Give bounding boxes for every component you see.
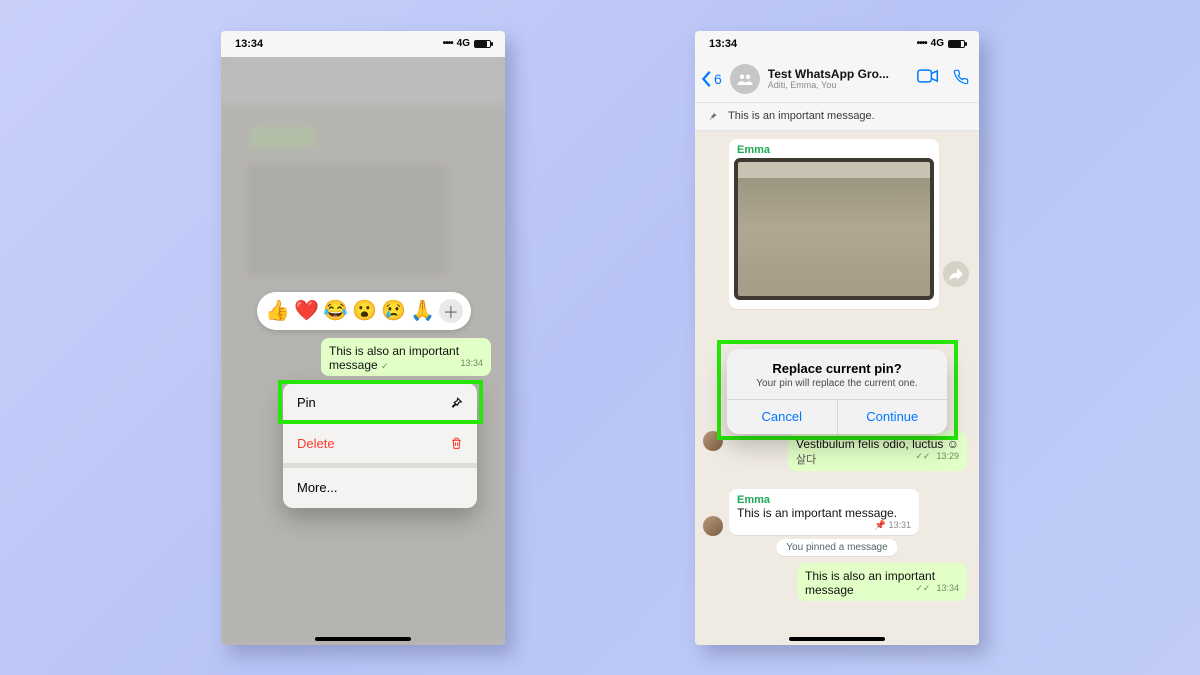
reaction-thumbs-up-icon[interactable]: 👍 bbox=[265, 298, 290, 323]
pinned-message-banner[interactable]: This is an important message. bbox=[695, 103, 979, 131]
forward-button[interactable] bbox=[943, 261, 969, 287]
outgoing-lorem-extra: 살다 bbox=[796, 454, 816, 466]
pin-icon bbox=[707, 111, 718, 122]
chat-title: Test WhatsApp Gro... bbox=[768, 68, 913, 81]
menu-item-pin[interactable]: Pin bbox=[283, 383, 477, 423]
sender-avatar bbox=[703, 431, 723, 451]
replace-pin-dialog: Replace current pin? Your pin will repla… bbox=[727, 349, 947, 434]
pinned-banner-text: This is an important message. bbox=[728, 110, 875, 122]
incoming-image-message[interactable]: Emma bbox=[729, 139, 939, 309]
incoming-text: This is an important message. bbox=[737, 506, 897, 520]
menu-item-pin-label: Pin bbox=[297, 395, 316, 410]
sender-avatar bbox=[703, 516, 723, 536]
system-message-text: You pinned a message bbox=[786, 542, 887, 553]
trash-icon bbox=[450, 436, 463, 450]
menu-item-delete[interactable]: Delete bbox=[283, 423, 477, 463]
battery-icon bbox=[474, 40, 491, 48]
outgoing-also-time: 13:34 bbox=[936, 583, 959, 593]
dialog-title: Replace current pin? bbox=[739, 361, 935, 376]
chat-navbar: 6 Test WhatsApp Gro... Aditi, Emma, You bbox=[695, 57, 979, 103]
status-time: 13:34 bbox=[235, 38, 263, 50]
reaction-sad-icon[interactable]: 😢 bbox=[381, 298, 406, 323]
dialog-body: Your pin will replace the current one. bbox=[739, 378, 935, 389]
video-call-icon[interactable] bbox=[917, 69, 939, 90]
signal-icon bbox=[443, 38, 453, 49]
incoming-image-sender: Emma bbox=[737, 144, 934, 156]
status-bar: 13:34 4G bbox=[695, 31, 979, 57]
phone-screenshot-right: 13:34 4G 6 Test WhatsApp Gro... Aditi, E… bbox=[695, 31, 979, 645]
pin-icon bbox=[449, 396, 463, 410]
signal-icon bbox=[917, 38, 927, 49]
status-right: 4G bbox=[917, 38, 965, 49]
menu-item-more[interactable]: More... bbox=[283, 468, 477, 508]
reaction-laugh-icon[interactable]: 😂 bbox=[323, 298, 348, 323]
selected-message-time: 13:34 bbox=[460, 358, 483, 368]
dialog-cancel-label: Cancel bbox=[762, 409, 802, 424]
voice-call-icon[interactable] bbox=[953, 69, 969, 90]
dialog-continue-label: Continue bbox=[866, 409, 918, 424]
back-unread-count: 6 bbox=[714, 71, 722, 87]
chat-title-area[interactable]: Test WhatsApp Gro... Aditi, Emma, You bbox=[768, 68, 913, 90]
system-message-chip: You pinned a message bbox=[776, 539, 897, 556]
dialog-cancel-button[interactable]: Cancel bbox=[727, 400, 837, 434]
outgoing-lorem-time: 13:29 bbox=[936, 451, 959, 461]
sent-tick-icon: ✓ bbox=[381, 361, 389, 371]
reaction-heart-icon[interactable]: ❤️ bbox=[294, 298, 319, 323]
status-bar: 13:34 4G bbox=[221, 31, 505, 57]
incoming-time: 📌 13:31 bbox=[875, 520, 911, 531]
reaction-wow-icon[interactable]: 😮 bbox=[352, 298, 377, 323]
home-indicator bbox=[315, 637, 411, 641]
status-right: 4G bbox=[443, 38, 491, 49]
left-body: 👍 ❤️ 😂 😮 😢 🙏 ＋ This is also an important… bbox=[221, 31, 505, 645]
reaction-more-icon[interactable]: ＋ bbox=[439, 299, 463, 323]
menu-item-delete-label: Delete bbox=[297, 436, 335, 451]
status-time: 13:34 bbox=[709, 38, 737, 50]
reaction-picker[interactable]: 👍 ❤️ 😂 😮 😢 🙏 ＋ bbox=[257, 292, 471, 330]
image-attachment[interactable] bbox=[734, 158, 934, 300]
selected-message-bubble: This is also an important message 13:34 … bbox=[321, 338, 491, 376]
back-button[interactable]: 6 bbox=[701, 70, 722, 88]
read-ticks-icon: ✓✓ bbox=[915, 583, 930, 594]
reaction-pray-icon[interactable]: 🙏 bbox=[410, 298, 435, 323]
dialog-continue-button[interactable]: Continue bbox=[837, 400, 948, 434]
read-ticks-icon: ✓✓ bbox=[915, 451, 930, 462]
chevron-left-icon bbox=[701, 70, 713, 88]
incoming-sender: Emma bbox=[737, 494, 911, 506]
battery-icon bbox=[948, 40, 965, 48]
network-label: 4G bbox=[931, 38, 944, 49]
incoming-important-message[interactable]: Emma This is an important message. 📌 13:… bbox=[729, 489, 919, 535]
outgoing-also-important[interactable]: This is also an important message 13:34 … bbox=[797, 563, 967, 601]
outgoing-message-lorem[interactable]: Vestibulum felis odio, luctus ☺ 살다 13:29… bbox=[788, 431, 967, 471]
group-avatar-icon[interactable] bbox=[730, 64, 760, 94]
chat-subtitle: Aditi, Emma, You bbox=[768, 81, 913, 90]
phone-screenshot-left: 13:34 4G 👍 ❤️ 😂 😮 😢 🙏 ＋ This is also an … bbox=[221, 31, 505, 645]
message-context-menu: Pin Delete More... bbox=[283, 383, 477, 508]
outgoing-lorem-text: Vestibulum felis odio, luctus ☺ bbox=[796, 437, 959, 451]
selected-message-text: This is also an important message bbox=[329, 344, 459, 372]
nav-actions bbox=[917, 69, 973, 90]
network-label: 4G bbox=[457, 38, 470, 49]
menu-item-more-label: More... bbox=[297, 480, 337, 495]
home-indicator bbox=[789, 637, 885, 641]
